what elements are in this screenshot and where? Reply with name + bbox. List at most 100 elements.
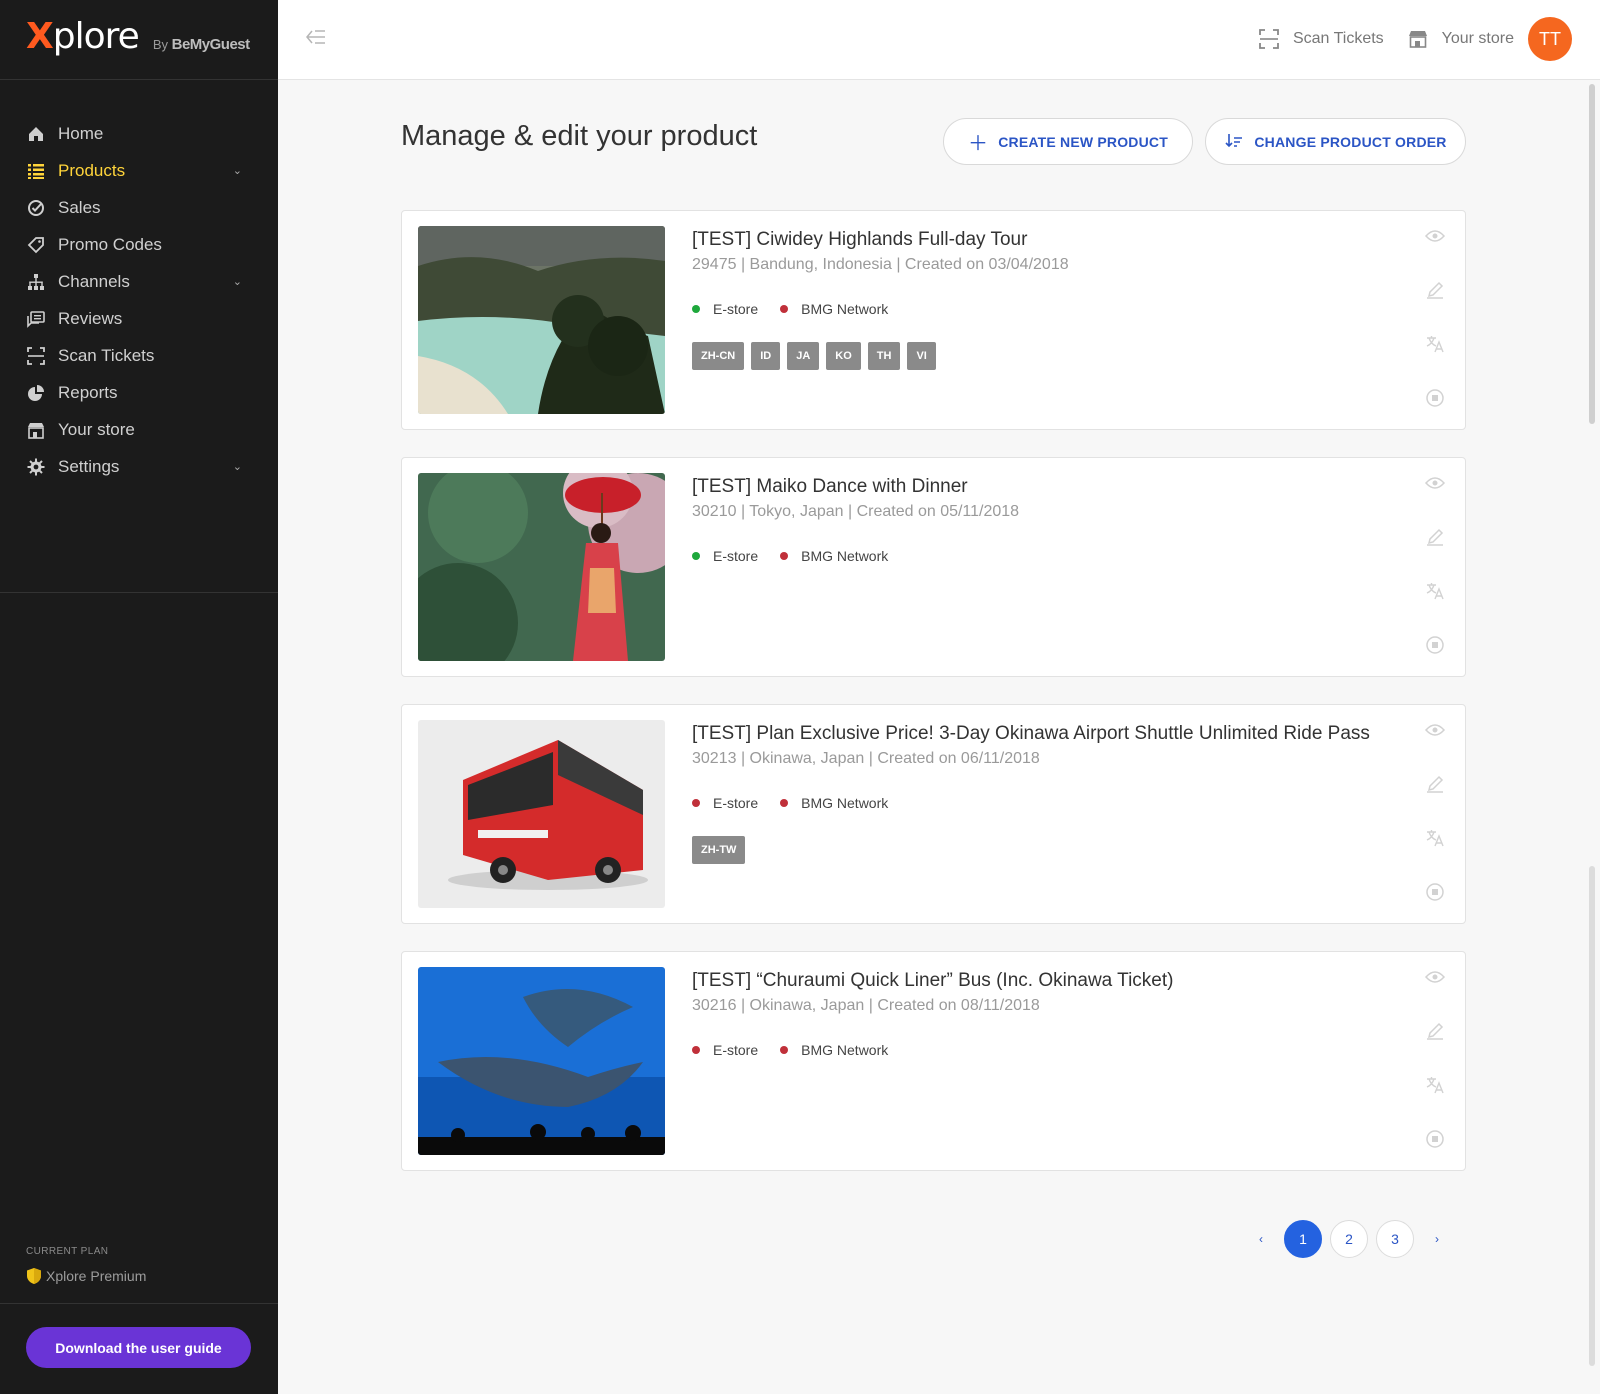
product-channels: E-store BMG Network [692,795,910,811]
check-circle-icon [27,199,45,217]
product-card[interactable]: [TEST] Ciwidey Highlands Full-day Tour 2… [401,210,1466,430]
status-dot [692,1046,700,1054]
product-channels: E-store BMG Network [692,301,910,317]
scan-icon [1259,29,1279,49]
sidebar-item-scan-tickets[interactable]: Scan Tickets [0,337,278,374]
stop-icon[interactable] [1425,882,1445,902]
store-icon [1408,31,1427,48]
translate-icon[interactable] [1425,334,1445,354]
scrollbar[interactable] [1588,84,1596,1374]
your-store-label: Your store [1441,30,1514,47]
stop-icon[interactable] [1425,388,1445,408]
page-title: Manage & edit your product [401,120,758,152]
scrollbar-thumb-secondary[interactable] [1589,866,1595,1366]
translate-icon[interactable] [1425,828,1445,848]
product-thumbnail[interactable] [418,720,665,908]
channel-bmg-network: BMG Network [780,1042,888,1058]
current-plan: CURRENT PLAN Xplore Premium [26,1246,146,1285]
stop-icon[interactable] [1425,635,1445,655]
channel-label: E-store [713,548,759,564]
language-badge: ID [751,342,781,370]
sidebar-item-promo-codes[interactable]: Promo Codes [0,226,278,263]
channel-label: BMG Network [801,1042,889,1058]
product-card[interactable]: [TEST] Maiko Dance with Dinner 30210 | T… [401,457,1466,677]
channel-estore: E-store [692,548,758,564]
channel-bmg-network: BMG Network [780,301,888,317]
chevron-down-icon: ⌄ [232,165,242,177]
page-button[interactable]: 3 [1376,1220,1414,1258]
channel-label: BMG Network [801,301,889,317]
status-dot [780,305,789,313]
shield-icon [27,1268,41,1284]
product-actions [1425,720,1445,936]
eye-icon[interactable] [1425,720,1445,740]
sidebar-item-label: Channels [58,271,130,291]
list-icon [27,162,45,180]
channel-label: E-store [713,1042,759,1058]
edit-icon[interactable] [1425,774,1445,794]
sidebar-item-label: Settings [58,456,120,476]
product-thumbnail[interactable] [418,473,665,661]
sidebar-item-home[interactable]: Home [0,115,278,152]
product-thumbnail[interactable] [418,226,665,414]
brand-logo[interactable]: Xplore By BeMyGuest [0,0,278,80]
language-badge: VI [907,342,936,370]
sidebar-item-reports[interactable]: Reports [0,374,278,411]
status-dot [780,799,789,807]
prev-page-button[interactable]: ‹ [1242,1220,1280,1258]
sidebar-item-products[interactable]: Products ⌄ [0,152,278,189]
product-title[interactable]: [TEST] “Churaumi Quick Liner” Bus (Inc. … [692,970,1173,992]
sidebar-item-label: Products [58,160,126,180]
scrollbar-thumb[interactable] [1589,84,1595,424]
next-page-button[interactable]: › [1418,1220,1456,1258]
plan-caption: CURRENT PLAN [26,1246,109,1257]
edit-icon[interactable] [1425,1021,1445,1041]
scan-tickets-link[interactable]: Scan Tickets [1259,29,1384,49]
product-title[interactable]: [TEST] Maiko Dance with Dinner [692,476,968,498]
sidebar-item-reviews[interactable]: Reviews [0,300,278,337]
sidebar-item-settings[interactable]: Settings ⌄ [0,448,278,485]
download-user-guide-button[interactable]: Download the user guide [26,1327,251,1368]
sidebar-item-label: Sales [58,197,101,217]
product-card[interactable]: [TEST] “Churaumi Quick Liner” Bus (Inc. … [401,951,1466,1171]
language-badge: ZH-TW [692,836,746,864]
product-title[interactable]: [TEST] Ciwidey Highlands Full-day Tour [692,229,1027,251]
create-new-product-button[interactable]: ＋ CREATE NEW PRODUCT [943,118,1193,165]
change-product-order-button[interactable]: CHANGE PRODUCT ORDER [1205,118,1466,165]
sidebar-footer-divider [0,1303,278,1304]
avatar[interactable]: TT [1528,17,1572,61]
edit-icon[interactable] [1425,527,1445,547]
sidebar-item-channels[interactable]: Channels ⌄ [0,263,278,300]
sitemap-icon [27,273,45,291]
sidebar-item-your-store[interactable]: Your store [0,411,278,448]
scan-tickets-label: Scan Tickets [1292,30,1384,47]
sidebar-nav: Home Products ⌄ Sales Promo Codes Channe… [0,80,278,593]
translate-icon[interactable] [1425,581,1445,601]
status-dot [692,305,700,313]
status-dot [780,1046,789,1054]
your-store-link[interactable]: Your store [1408,29,1514,49]
stop-icon[interactable] [1425,1129,1445,1149]
product-card[interactable]: [TEST] Plan Exclusive Price! 3-Day Okina… [401,704,1466,924]
sidebar-item-label: Reports [58,382,118,402]
channel-bmg-network: BMG Network [780,548,888,564]
eye-icon[interactable] [1425,226,1445,246]
channel-label: BMG Network [801,548,889,564]
eye-icon[interactable] [1425,967,1445,987]
product-title[interactable]: [TEST] Plan Exclusive Price! 3-Day Okina… [692,723,1370,745]
eye-icon[interactable] [1425,473,1445,493]
topbar: Scan Tickets Your store TT [278,0,1600,80]
sidebar-item-label: Your store [58,419,135,439]
translate-icon[interactable] [1425,1075,1445,1095]
product-meta: 30213 | Okinawa, Japan | Created on 06/1… [692,750,1040,767]
page-button[interactable]: 2 [1330,1220,1368,1258]
sidebar-item-label: Reviews [58,308,123,328]
edit-icon[interactable] [1425,280,1445,300]
product-thumbnail[interactable] [418,967,665,1155]
sidebar-item-sales[interactable]: Sales [0,189,278,226]
sidebar-item-label: Home [58,123,104,143]
collapse-sidebar-icon[interactable] [306,28,326,49]
page-button[interactable]: 1 [1284,1220,1322,1258]
chevron-down-icon: ⌄ [232,461,242,473]
channel-estore: E-store [692,301,758,317]
